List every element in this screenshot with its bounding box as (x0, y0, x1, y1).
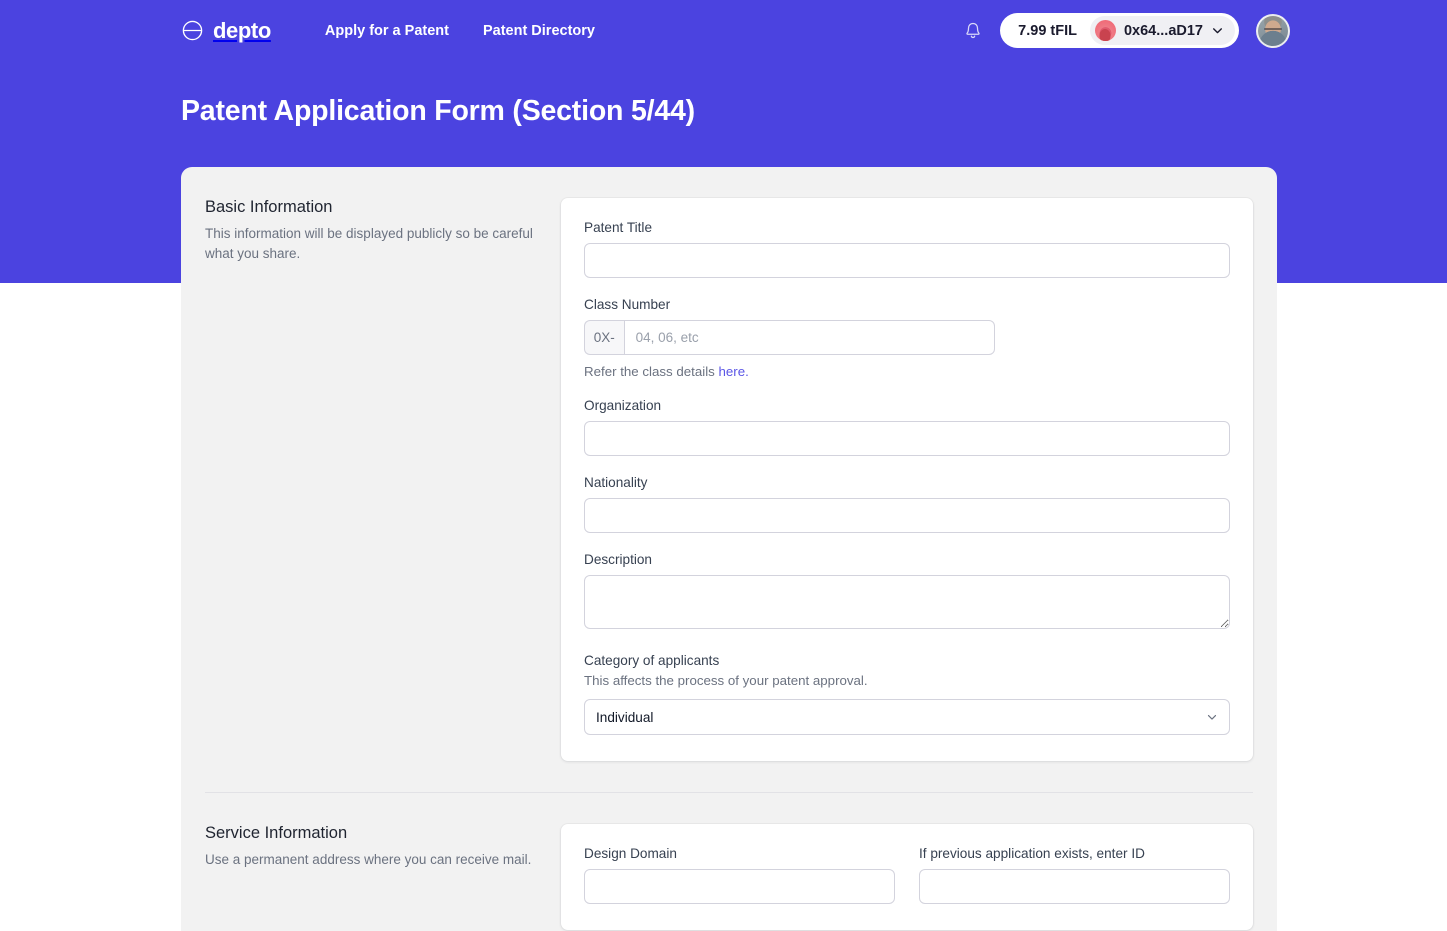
category-subtitle: This affects the process of your patent … (584, 673, 868, 688)
nationality-input[interactable] (584, 498, 1230, 533)
page-title: Patent Application Form (Section 5/44) (181, 95, 695, 127)
design-domain-label: Design Domain (584, 846, 677, 861)
wallet-address-chip[interactable]: 0x64...aD17 (1089, 16, 1235, 45)
wallet-balance: 7.99 tFIL (1018, 22, 1077, 39)
brand-logo[interactable]: depto (181, 18, 271, 44)
class-number-label: Class Number (584, 297, 671, 312)
section-subtitle: This information will be displayed publi… (205, 226, 533, 262)
previous-id-input[interactable] (919, 869, 1230, 904)
description-textarea[interactable] (584, 575, 1230, 629)
nav-link-patent-directory[interactable]: Patent Directory (483, 23, 595, 39)
class-number-group: 0X- (584, 320, 995, 355)
nav-link-apply-for-a-patent[interactable]: Apply for a Patent (325, 23, 449, 39)
navbar-links: Apply for a Patent Patent Directory (325, 23, 595, 39)
nationality-label: Nationality (584, 475, 648, 490)
patent-title-label: Patent Title (584, 220, 653, 235)
service-fields-row: Design Domain If previous application ex… (584, 846, 1230, 904)
field-design-domain: Design Domain (584, 846, 895, 904)
class-number-hint-text: Refer the class details (584, 364, 719, 379)
chevron-down-icon (1211, 24, 1224, 37)
section-basic-information-header: Basic Information This information will … (205, 198, 561, 761)
section-subtitle: Use a permanent address where you can re… (205, 852, 532, 867)
wallet-avatar-icon (1094, 20, 1116, 41)
wallet-pill[interactable]: 7.99 tFIL 0x64...aD17 (1000, 13, 1239, 48)
service-information-panel: Design Domain If previous application ex… (561, 824, 1253, 930)
basic-information-panel: Patent Title Class Number 0X- Refer the … (561, 198, 1253, 761)
avatar[interactable] (1256, 13, 1290, 48)
design-domain-input[interactable] (584, 869, 895, 904)
field-previous-application-id: If previous application exists, enter ID (919, 846, 1230, 904)
field-class-number: Class Number 0X- Refer the class details… (584, 297, 1230, 379)
section-title: Service Information (205, 824, 348, 842)
top-navbar: depto Apply for a Patent Patent Director… (0, 0, 1447, 61)
organization-input[interactable] (584, 421, 1230, 456)
wallet-address: 0x64...aD17 (1123, 22, 1203, 39)
form-card: Basic Information This information will … (181, 167, 1277, 931)
class-details-link[interactable]: here. (719, 364, 749, 379)
category-select[interactable]: Individual (584, 699, 1230, 735)
field-description: Description (584, 552, 1230, 634)
organization-label: Organization (584, 398, 662, 413)
previous-id-label: If previous application exists, enter ID (919, 846, 1145, 861)
navbar-left: depto Apply for a Patent Patent Director… (181, 18, 595, 44)
category-label: Category of applicants (584, 653, 720, 668)
section-service-information: Service Information Use a permanent addr… (181, 793, 1277, 930)
section-basic-information: Basic Information This information will … (181, 167, 1277, 761)
description-label: Description (584, 552, 652, 567)
circle-line-icon (181, 19, 204, 42)
class-number-input[interactable] (623, 320, 995, 355)
brand-name: depto (213, 17, 271, 43)
bell-icon[interactable] (963, 20, 983, 42)
section-service-information-header: Service Information Use a permanent addr… (205, 824, 561, 930)
field-organization: Organization (584, 398, 1230, 456)
app-page: depto Apply for a Patent Patent Director… (0, 0, 1447, 931)
section-title: Basic Information (205, 198, 333, 216)
class-number-hint: Refer the class details here. (584, 364, 1230, 379)
field-category-of-applicants: Category of applicants This affects the … (584, 653, 1230, 735)
class-number-prefix: 0X- (584, 320, 624, 355)
field-patent-title: Patent Title (584, 220, 1230, 278)
navbar-right: 7.99 tFIL 0x64...aD17 (963, 0, 1290, 61)
category-select-wrap: Individual (584, 699, 1230, 735)
patent-title-input[interactable] (584, 243, 1230, 278)
field-nationality: Nationality (584, 475, 1230, 533)
